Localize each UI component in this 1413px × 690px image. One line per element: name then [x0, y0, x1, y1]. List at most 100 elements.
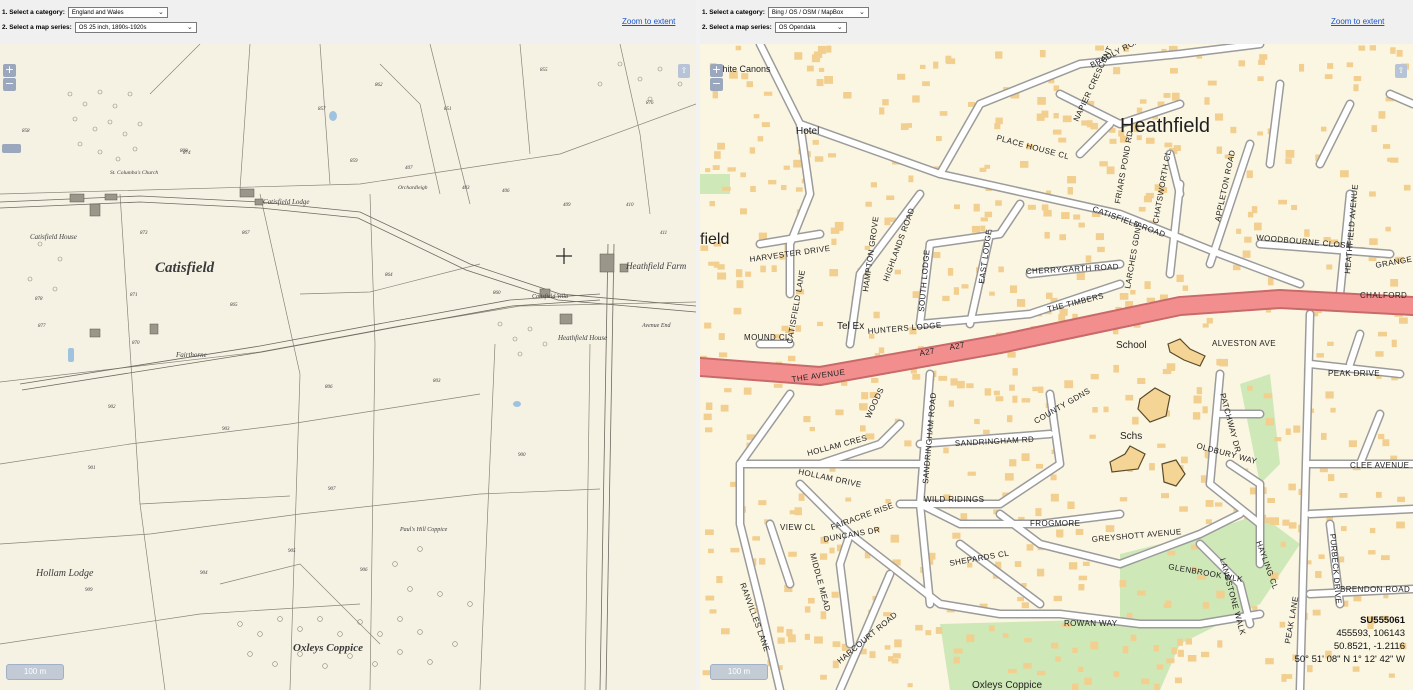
road-label: VIEW CL: [780, 523, 816, 532]
building: [1187, 655, 1197, 662]
parcel-number: 862: [375, 83, 383, 88]
left-category-label: 1. Select a category:: [2, 9, 65, 16]
fullscreen-icon[interactable]: ⇧: [678, 64, 690, 78]
building: [1036, 568, 1045, 577]
right-category-select[interactable]: Bing / OS / OSM / MapBox ⌄: [767, 7, 869, 18]
left-category-select[interactable]: England and Wales ⌄: [67, 7, 168, 18]
building: [1258, 59, 1265, 65]
zoom-out-button[interactable]: −: [3, 78, 16, 91]
building: [919, 64, 926, 69]
building: [1252, 606, 1258, 611]
building: [1078, 222, 1085, 228]
building: [1399, 317, 1408, 324]
building: [879, 107, 885, 115]
building: [804, 633, 810, 640]
building: [1205, 519, 1212, 524]
building: [1073, 214, 1081, 220]
historic-map-canvas[interactable]: Catisfield Catisfield House Catisfield L…: [0, 44, 696, 690]
parcel-number: 407: [405, 166, 413, 171]
building: [1012, 368, 1018, 376]
left-series-select[interactable]: OS 25 inch, 1890s-1920s ⌄: [74, 22, 197, 33]
historic-map-pane: 1. Select a category: England and Wales ⌄…: [0, 0, 696, 690]
building: [1247, 385, 1253, 391]
building: [1369, 238, 1378, 245]
building: [1299, 63, 1305, 72]
building: [983, 429, 990, 434]
building: [860, 425, 866, 432]
building: [1008, 668, 1017, 674]
building: [1036, 670, 1046, 676]
building: [1171, 647, 1177, 655]
right-series-select[interactable]: OS Opendata ⌄: [774, 22, 847, 33]
zoom-in-button[interactable]: +: [710, 64, 723, 77]
building: [705, 168, 711, 173]
building: [891, 658, 899, 664]
building: [1021, 398, 1031, 403]
building: [956, 380, 965, 389]
building: [1095, 233, 1104, 241]
building: [1144, 281, 1151, 289]
building: [915, 624, 923, 631]
building: [1002, 633, 1009, 638]
building: [1171, 92, 1180, 101]
building: [1375, 351, 1384, 357]
building: [777, 626, 784, 633]
building: [1315, 571, 1322, 579]
building: [1274, 437, 1282, 442]
building: [971, 225, 981, 233]
building: [954, 204, 960, 210]
building: [1139, 99, 1147, 104]
building: [749, 147, 756, 154]
building: [1017, 596, 1024, 602]
fullscreen-icon[interactable]: ⇧: [1395, 64, 1407, 78]
building: [1012, 395, 1018, 403]
building: [1090, 641, 1099, 650]
road-label: CHALFORD: [1360, 291, 1407, 300]
parcel-number: 902: [108, 405, 116, 410]
building: [973, 203, 980, 212]
building: [740, 172, 746, 178]
right-zoom-to-extent-link[interactable]: Zoom to extent: [1331, 17, 1384, 26]
building: [803, 416, 811, 423]
building: [843, 92, 852, 99]
right-category-row: 1. Select a category: Bing / OS / OSM / …: [702, 7, 869, 18]
building: [743, 387, 752, 395]
building: [835, 409, 844, 416]
modern-map-canvas[interactable]: Heathfield field White Canons Hotel Tel …: [700, 44, 1413, 690]
building: [1352, 666, 1360, 672]
building: [1170, 68, 1178, 74]
parcel-number: 808: [180, 149, 188, 154]
building: [1062, 115, 1072, 123]
building: [763, 91, 773, 96]
parcel-number: 803: [433, 379, 441, 384]
building: [1137, 590, 1146, 596]
opacity-slider-handle[interactable]: [2, 144, 21, 153]
right-control-bar: 1. Select a category: Bing / OS / OSM / …: [700, 0, 1413, 44]
building: [793, 159, 802, 168]
building: [995, 200, 1002, 206]
building: [1327, 474, 1335, 482]
building: [1014, 561, 1022, 567]
modern-map-svg: Heathfield field White Canons Hotel Tel …: [700, 44, 1413, 690]
building: [1204, 97, 1210, 105]
building: [753, 114, 760, 119]
building: [1196, 387, 1203, 395]
building: [1236, 228, 1242, 234]
zoom-in-button[interactable]: +: [3, 64, 16, 77]
zoom-out-button[interactable]: −: [710, 78, 723, 91]
building: [1217, 640, 1223, 648]
building: [814, 156, 824, 162]
building: [717, 272, 727, 280]
left-zoom-to-extent-link[interactable]: Zoom to extent: [622, 17, 675, 26]
building: [1157, 443, 1166, 448]
building: [1200, 475, 1207, 483]
building: [1215, 113, 1224, 121]
building: [1053, 595, 1062, 602]
road-label: FROGMORE: [1030, 519, 1080, 528]
building: [1179, 506, 1188, 512]
building: [1181, 456, 1188, 464]
label-fairthorne: Fairthorne: [175, 351, 207, 359]
building: [1119, 293, 1129, 300]
parcel-number: 859: [350, 159, 358, 164]
building: [773, 383, 783, 388]
